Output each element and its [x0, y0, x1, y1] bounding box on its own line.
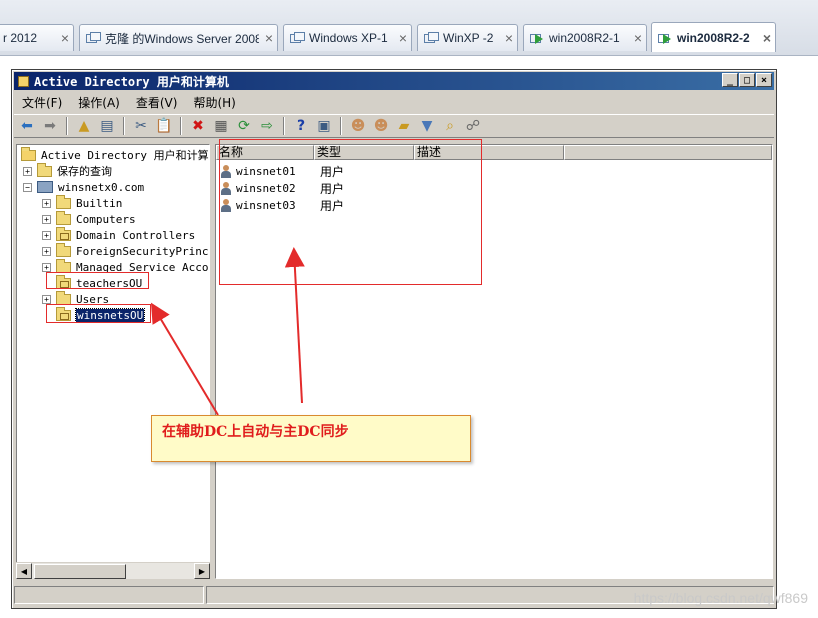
callout-text: 在辅助DC上自动与主DC同步 [162, 424, 349, 440]
watermark: https://blog.csdn.net/qwf869 [633, 590, 808, 606]
annotation-callout: 在辅助DC上自动与主DC同步 [151, 415, 471, 462]
arrow-to-winsnetsou [150, 302, 219, 416]
arrow-to-user-list [284, 247, 305, 404]
annotation-arrows [150, 247, 305, 416]
